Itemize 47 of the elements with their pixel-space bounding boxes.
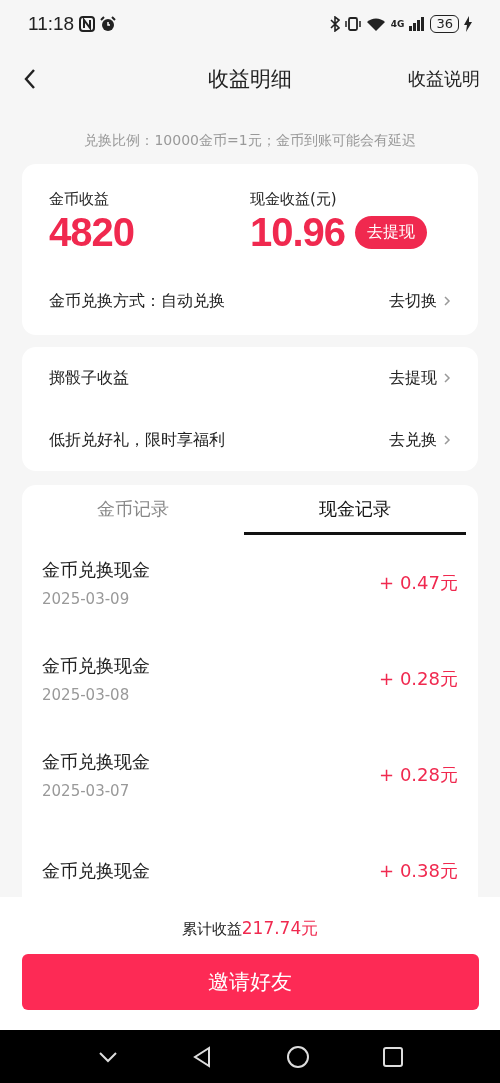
nfc-icon [79, 16, 96, 32]
home-icon [285, 1044, 310, 1069]
exchange-mode-label: 金币兑换方式：自动兑换 [49, 290, 225, 312]
row-label: 低折兑好礼，限时享福利 [49, 429, 225, 451]
alarm-icon [100, 16, 117, 32]
record-title: 金币兑换现金 [42, 859, 150, 883]
signal-icon [409, 17, 426, 31]
cash-label: 现金收益(元) [250, 190, 338, 209]
row-label: 掷骰子收益 [49, 367, 129, 389]
record-title: 金币兑换现金 [42, 654, 150, 678]
invite-button[interactable]: 邀请好友 [21, 954, 479, 1010]
record-title: 金币兑换现金 [42, 750, 150, 774]
wifi-icon [365, 16, 386, 32]
record-date: 2025-03-09 [42, 590, 131, 608]
battery-level: 36 [430, 15, 459, 33]
square-button[interactable] [380, 1044, 405, 1069]
row-link[interactable]: 去提现 [389, 367, 451, 389]
row-link[interactable]: 去兑换 [389, 429, 451, 451]
row-link[interactable]: 去切换 [389, 290, 451, 312]
record-date: 2025-03-08 [42, 686, 131, 704]
home-button[interactable] [285, 1044, 310, 1069]
record-amount: + 0.28元 [379, 763, 458, 787]
square-icon [380, 1044, 405, 1069]
record-tab[interactable]: 金币记录 [22, 485, 244, 535]
record-amount: + 0.38元 [379, 859, 458, 883]
network-label: 4G [390, 19, 405, 29]
cash-value: 10.96 [250, 209, 346, 255]
vibrate-icon [344, 16, 361, 32]
coin-label: 金币收益 [49, 190, 110, 209]
chevron-icon [443, 434, 451, 446]
exchange-notice: 兑换比例：10000金币=1元；金币到账可能会有延迟 [83, 131, 417, 150]
withdraw-button[interactable]: 去提现 [355, 215, 428, 249]
bluetooth-icon [329, 16, 340, 32]
charging-icon [464, 16, 472, 32]
chevron-icon [443, 372, 451, 384]
record-title: 金币兑换现金 [42, 558, 150, 582]
total-earnings: 累计收益217.74元 [181, 917, 319, 940]
record-amount: + 0.28元 [379, 667, 458, 691]
page-title: 收益明细 [208, 66, 292, 93]
status-time: 11:18 [28, 13, 75, 35]
record-amount: + 0.47元 [379, 571, 458, 595]
chevron-icon [443, 295, 451, 307]
back-icon [24, 68, 36, 90]
record-tab[interactable]: 现金记录 [244, 485, 466, 535]
coin-value: 4820 [49, 209, 135, 255]
help-link[interactable]: 收益说明 [408, 67, 480, 91]
record-date: 2025-03-07 [42, 782, 131, 800]
